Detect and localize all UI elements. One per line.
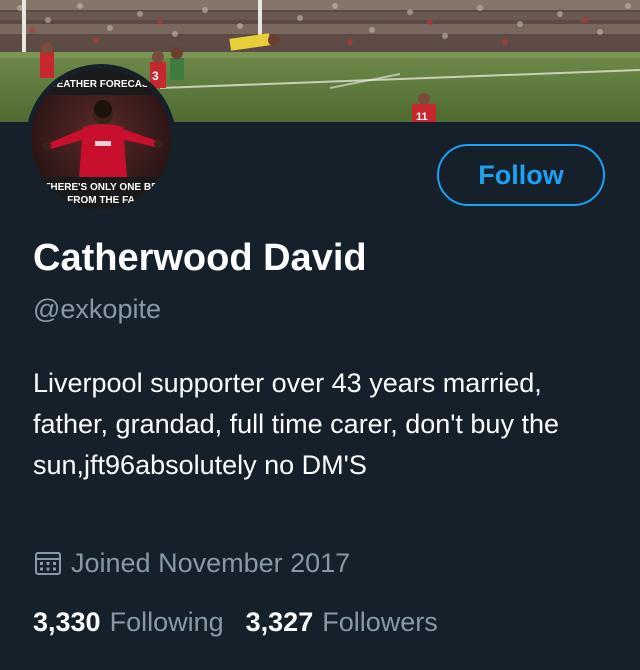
calendar-icon — [33, 548, 63, 578]
followers-label: Followers — [322, 607, 438, 637]
profile-bio: Liverpool supporter over 43 years marrie… — [33, 368, 559, 480]
profile-avatar[interactable]: WEATHER FORECAST THERE'S ONLY ONE BE FRO… — [26, 64, 176, 214]
display-name: Catherwood David — [33, 237, 367, 279]
following-link[interactable]: 3,330 Following — [33, 604, 224, 640]
following-label: Following — [109, 607, 224, 637]
avatar-caption-bottom-1: THERE'S ONLY ONE BE — [44, 182, 158, 193]
profile-page: 3 11 WEATHER FORECAST THERE'S ONLY ONE B… — [0, 0, 640, 670]
avatar-caption-bottom-2: FROM THE FA — [67, 195, 135, 206]
joined-date-text: Joined November 2017 — [71, 548, 351, 578]
banner-player-number: 11 — [416, 111, 428, 122]
follow-button[interactable]: Follow — [437, 144, 605, 206]
user-handle: @exkopite — [33, 294, 161, 324]
followers-count: 3,327 — [245, 607, 314, 637]
banner-player-number: 3 — [152, 69, 159, 83]
joined-date-row: Joined November 2017 — [33, 545, 350, 581]
follow-stats: 3,330 Following 3,327 Followers — [33, 604, 460, 640]
followers-link[interactable]: 3,327 Followers — [246, 604, 438, 640]
avatar-image: WEATHER FORECAST THERE'S ONLY ONE BE FRO… — [31, 69, 171, 209]
avatar-caption-top: WEATHER FORECAST — [47, 79, 155, 90]
following-count: 3,330 — [33, 607, 101, 637]
